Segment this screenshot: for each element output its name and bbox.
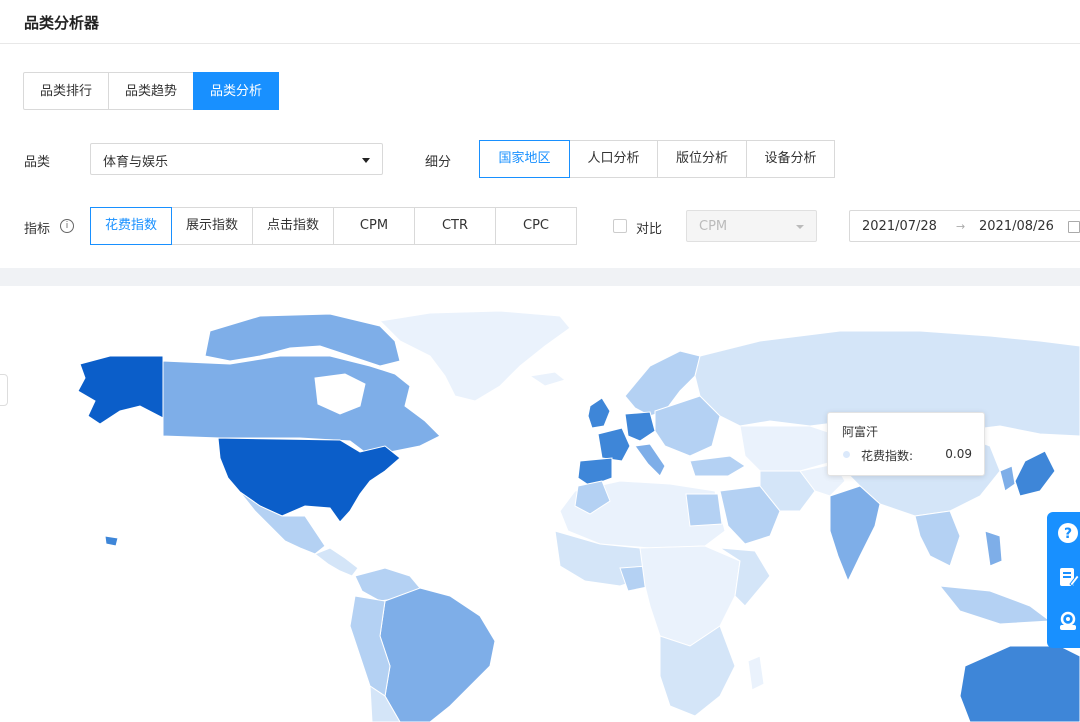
tab-category-analysis[interactable]: 品类分析	[193, 72, 280, 110]
info-icon[interactable]: i	[60, 219, 74, 233]
region-usa[interactable]	[217, 437, 401, 523]
map-tooltip: 阿富汗 花费指数: 0.09	[827, 412, 985, 476]
region-brazil[interactable]	[379, 587, 496, 722]
tooltip-metric-value: 0.09	[945, 447, 972, 461]
date-separator: →	[956, 220, 966, 233]
side-toolbar: ?	[1047, 512, 1080, 648]
metric-click-index[interactable]: 点击指数	[252, 207, 334, 245]
help-icon[interactable]: ?	[1057, 522, 1079, 544]
breakdown-label: 细分	[425, 155, 452, 170]
region-germany[interactable]	[624, 411, 656, 442]
category-select-value: 体育与娱乐	[103, 155, 169, 170]
compare-label: 对比	[636, 222, 663, 237]
region-iceland[interactable]	[528, 371, 567, 387]
page-header: 品类分析器	[0, 0, 1080, 44]
region-central-africa[interactable]	[639, 545, 741, 647]
date-end[interactable]: 2021/08/26	[979, 219, 1054, 234]
world-map-svg	[77, 310, 1080, 722]
breakdown-demographics[interactable]: 人口分析	[569, 140, 658, 178]
region-egypt[interactable]	[685, 493, 723, 527]
tooltip-marker	[843, 451, 850, 458]
region-hawaii[interactable]	[104, 535, 119, 547]
support-icon[interactable]	[1057, 610, 1079, 632]
region-alaska[interactable]	[77, 355, 164, 425]
breakdown-country-region[interactable]: 国家地区	[479, 140, 570, 178]
region-italy[interactable]	[634, 443, 666, 477]
region-korea[interactable]	[999, 465, 1016, 492]
region-turkey[interactable]	[689, 455, 746, 477]
region-uk[interactable]	[587, 397, 611, 429]
metric-label: 指标	[24, 222, 51, 237]
region-central-asia[interactable]	[739, 425, 841, 472]
caret-down-icon	[796, 225, 804, 229]
region-central-america[interactable]	[313, 547, 359, 577]
breakdown-placement[interactable]: 版位分析	[657, 140, 747, 178]
region-france[interactable]	[597, 427, 631, 462]
breakdown-device[interactable]: 设备分析	[746, 140, 835, 178]
tab-category-trend[interactable]: 品类趋势	[108, 72, 195, 110]
world-map	[0, 286, 1080, 722]
page-title: 品类分析器	[24, 14, 100, 32]
analysis-tabs: 品类排行 品类趋势 品类分析	[23, 72, 280, 110]
metric-ctr[interactable]: CTR	[414, 207, 496, 245]
region-spain[interactable]	[577, 457, 613, 487]
metric-spend-index[interactable]: 花费指数	[90, 207, 172, 245]
metric-impression-index[interactable]: 展示指数	[171, 207, 253, 245]
category-label: 品类	[24, 155, 51, 170]
date-start[interactable]: 2021/07/28	[862, 219, 937, 234]
date-range-picker[interactable]: 2021/07/28 → 2021/08/26	[849, 210, 1080, 242]
tooltip-metric-label: 花费指数:	[861, 449, 914, 463]
feedback-icon[interactable]	[1057, 566, 1079, 588]
tab-category-ranking[interactable]: 品类排行	[23, 72, 110, 110]
region-indonesia[interactable]	[938, 585, 1052, 625]
category-select[interactable]: 体育与娱乐	[90, 143, 383, 175]
compare-metric-select[interactable]: CPM	[686, 210, 817, 242]
region-philippines[interactable]	[984, 530, 1003, 567]
countries	[77, 310, 1080, 722]
metric-cpc[interactable]: CPC	[495, 207, 577, 245]
breakdown-group: 国家地区 人口分析 版位分析 设备分析	[479, 140, 835, 178]
tooltip-title: 阿富汗	[842, 425, 879, 439]
region-japan[interactable]	[1014, 450, 1056, 497]
metric-cpm[interactable]: CPM	[333, 207, 415, 245]
metric-group: 花费指数 展示指数 点击指数 CPM CTR CPC	[90, 207, 577, 245]
caret-down-icon	[362, 158, 370, 163]
svg-text:?: ?	[1064, 526, 1072, 542]
compare-checkbox[interactable]	[613, 219, 627, 233]
region-india[interactable]	[829, 485, 881, 583]
region-madagascar[interactable]	[747, 655, 765, 691]
region-australia[interactable]	[959, 645, 1080, 722]
section-divider	[0, 268, 1080, 286]
compare-select-value: CPM	[699, 219, 728, 234]
calendar-icon[interactable]	[1068, 221, 1080, 233]
region-southeast-asia[interactable]	[914, 510, 961, 567]
